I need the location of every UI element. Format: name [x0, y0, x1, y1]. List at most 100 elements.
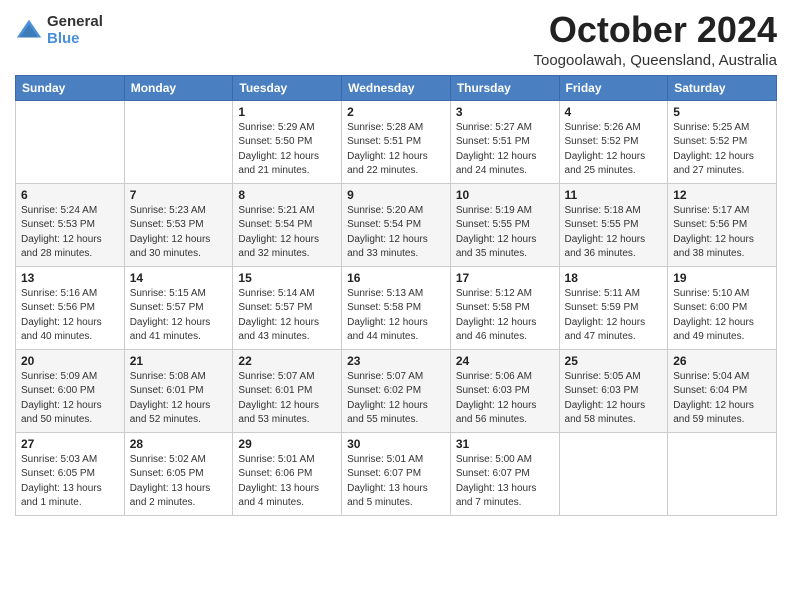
logo-icon	[15, 17, 43, 45]
day-info: Sunrise: 5:01 AM Sunset: 6:07 PM Dayligh…	[347, 453, 445, 511]
day-number: 30	[347, 437, 445, 451]
calendar-cell: 6Sunrise: 5:24 AM Sunset: 5:53 PM Daylig…	[16, 183, 125, 266]
day-number: 3	[456, 105, 554, 119]
day-info: Sunrise: 5:07 AM Sunset: 6:01 PM Dayligh…	[238, 370, 336, 428]
location-title: Toogoolawah, Queensland, Australia	[533, 52, 777, 69]
day-number: 21	[130, 354, 228, 368]
header-row: SundayMondayTuesdayWednesdayThursdayFrid…	[16, 75, 777, 100]
calendar-cell: 10 Sunrise: 5:19 AM Sunset: 5:55 PM Dayli…	[450, 183, 559, 266]
calendar-cell: 21 Sunrise: 5:08 AM Sunset: 6:01 PM Dayli…	[124, 349, 233, 432]
calendar-table: SundayMondayTuesdayWednesdayThursdayFrid…	[15, 75, 777, 516]
day-of-week-header: Friday	[559, 75, 668, 100]
day-of-week-header: Wednesday	[342, 75, 451, 100]
calendar-cell	[668, 432, 777, 515]
day-number: 2	[347, 105, 445, 119]
logo-general-text: General	[47, 14, 103, 31]
day-info: Sunrise: 5:17 AM Sunset: 5:56 PM Dayligh…	[673, 204, 771, 262]
day-info: Sunrise: 5:02 AM Sunset: 6:05 PM Dayligh…	[130, 453, 228, 511]
logo: General Blue	[15, 14, 103, 47]
day-number: 13	[21, 271, 119, 285]
calendar-cell: 3Sunrise: 5:27 AM Sunset: 5:51 PM Daylig…	[450, 100, 559, 183]
day-info: Sunrise: 5:08 AM Sunset: 6:01 PM Dayligh…	[130, 370, 228, 428]
day-info: Sunrise: 5:13 AM Sunset: 5:58 PM Dayligh…	[347, 287, 445, 345]
day-number: 18	[565, 271, 663, 285]
logo-text: General Blue	[47, 14, 103, 47]
day-info: Sunrise: 5:28 AM Sunset: 5:51 PM Dayligh…	[347, 121, 445, 179]
week-row: 27Sunrise: 5:03 AM Sunset: 6:05 PM Dayli…	[16, 432, 777, 515]
day-of-week-header: Saturday	[668, 75, 777, 100]
day-info: Sunrise: 5:16 AM Sunset: 5:56 PM Dayligh…	[21, 287, 119, 345]
day-number: 20	[21, 354, 119, 368]
calendar-cell: 4 Sunrise: 5:26 AM Sunset: 5:52 PM Daylig…	[559, 100, 668, 183]
day-number: 29	[238, 437, 336, 451]
day-number: 24	[456, 354, 554, 368]
calendar-cell: 5Sunrise: 5:25 AM Sunset: 5:52 PM Daylig…	[668, 100, 777, 183]
day-of-week-header: Tuesday	[233, 75, 342, 100]
month-title: October 2024	[533, 10, 777, 50]
day-info: Sunrise: 5:00 AM Sunset: 6:07 PM Dayligh…	[456, 453, 554, 511]
calendar-cell: 17Sunrise: 5:12 AM Sunset: 5:58 PM Dayli…	[450, 266, 559, 349]
day-number: 27	[21, 437, 119, 451]
day-info: Sunrise: 5:23 AM Sunset: 5:53 PM Dayligh…	[130, 204, 228, 262]
day-info: Sunrise: 5:14 AM Sunset: 5:57 PM Dayligh…	[238, 287, 336, 345]
day-number: 15	[238, 271, 336, 285]
calendar-cell	[124, 100, 233, 183]
day-number: 19	[673, 271, 771, 285]
day-info: Sunrise: 5:21 AM Sunset: 5:54 PM Dayligh…	[238, 204, 336, 262]
day-number: 1	[238, 105, 336, 119]
day-number: 26	[673, 354, 771, 368]
day-number: 28	[130, 437, 228, 451]
calendar-cell: 25Sunrise: 5:05 AM Sunset: 6:03 PM Dayli…	[559, 349, 668, 432]
week-row: 1 Sunrise: 5:29 AM Sunset: 5:50 PM Daylig…	[16, 100, 777, 183]
day-info: Sunrise: 5:01 AM Sunset: 6:06 PM Dayligh…	[238, 453, 336, 511]
day-number: 17	[456, 271, 554, 285]
calendar-cell: 27Sunrise: 5:03 AM Sunset: 6:05 PM Dayli…	[16, 432, 125, 515]
calendar-cell: 24Sunrise: 5:06 AM Sunset: 6:03 PM Dayli…	[450, 349, 559, 432]
day-number: 7	[130, 188, 228, 202]
week-row: 6Sunrise: 5:24 AM Sunset: 5:53 PM Daylig…	[16, 183, 777, 266]
day-info: Sunrise: 5:15 AM Sunset: 5:57 PM Dayligh…	[130, 287, 228, 345]
day-number: 8	[238, 188, 336, 202]
day-info: Sunrise: 5:29 AM Sunset: 5:50 PM Dayligh…	[238, 121, 336, 179]
calendar-cell: 30 Sunrise: 5:01 AM Sunset: 6:07 PM Dayli…	[342, 432, 451, 515]
day-info: Sunrise: 5:26 AM Sunset: 5:52 PM Dayligh…	[565, 121, 663, 179]
day-number: 4	[565, 105, 663, 119]
calendar-cell: 7 Sunrise: 5:23 AM Sunset: 5:53 PM Daylig…	[124, 183, 233, 266]
day-info: Sunrise: 5:07 AM Sunset: 6:02 PM Dayligh…	[347, 370, 445, 428]
calendar-cell: 26 Sunrise: 5:04 AM Sunset: 6:04 PM Dayli…	[668, 349, 777, 432]
page-header: General Blue October 2024 Toogoolawah, Q…	[15, 10, 777, 69]
calendar-cell: 29 Sunrise: 5:01 AM Sunset: 6:06 PM Dayli…	[233, 432, 342, 515]
week-row: 20Sunrise: 5:09 AM Sunset: 6:00 PM Dayli…	[16, 349, 777, 432]
day-info: Sunrise: 5:19 AM Sunset: 5:55 PM Dayligh…	[456, 204, 554, 262]
calendar-cell	[559, 432, 668, 515]
calendar-cell: 11Sunrise: 5:18 AM Sunset: 5:55 PM Dayli…	[559, 183, 668, 266]
day-number: 11	[565, 188, 663, 202]
title-block: October 2024 Toogoolawah, Queensland, Au…	[533, 10, 777, 69]
day-number: 10	[456, 188, 554, 202]
day-info: Sunrise: 5:04 AM Sunset: 6:04 PM Dayligh…	[673, 370, 771, 428]
calendar-cell: 15 Sunrise: 5:14 AM Sunset: 5:57 PM Dayli…	[233, 266, 342, 349]
calendar-cell: 31Sunrise: 5:00 AM Sunset: 6:07 PM Dayli…	[450, 432, 559, 515]
calendar-cell: 20Sunrise: 5:09 AM Sunset: 6:00 PM Dayli…	[16, 349, 125, 432]
day-number: 16	[347, 271, 445, 285]
week-row: 13 Sunrise: 5:16 AM Sunset: 5:56 PM Dayli…	[16, 266, 777, 349]
day-info: Sunrise: 5:10 AM Sunset: 6:00 PM Dayligh…	[673, 287, 771, 345]
day-number: 14	[130, 271, 228, 285]
day-of-week-header: Monday	[124, 75, 233, 100]
logo-blue-text: Blue	[47, 31, 103, 48]
day-number: 12	[673, 188, 771, 202]
day-of-week-header: Sunday	[16, 75, 125, 100]
calendar-cell: 1 Sunrise: 5:29 AM Sunset: 5:50 PM Daylig…	[233, 100, 342, 183]
calendar-cell: 9Sunrise: 5:20 AM Sunset: 5:54 PM Daylig…	[342, 183, 451, 266]
calendar-cell: 19 Sunrise: 5:10 AM Sunset: 6:00 PM Dayli…	[668, 266, 777, 349]
calendar-cell: 14 Sunrise: 5:15 AM Sunset: 5:57 PM Dayli…	[124, 266, 233, 349]
calendar-cell: 22 Sunrise: 5:07 AM Sunset: 6:01 PM Dayli…	[233, 349, 342, 432]
day-number: 6	[21, 188, 119, 202]
day-of-week-header: Thursday	[450, 75, 559, 100]
calendar-header: SundayMondayTuesdayWednesdayThursdayFrid…	[16, 75, 777, 100]
day-info: Sunrise: 5:25 AM Sunset: 5:52 PM Dayligh…	[673, 121, 771, 179]
day-number: 25	[565, 354, 663, 368]
day-number: 22	[238, 354, 336, 368]
calendar-cell: 2 Sunrise: 5:28 AM Sunset: 5:51 PM Daylig…	[342, 100, 451, 183]
calendar-cell: 12 Sunrise: 5:17 AM Sunset: 5:56 PM Dayli…	[668, 183, 777, 266]
